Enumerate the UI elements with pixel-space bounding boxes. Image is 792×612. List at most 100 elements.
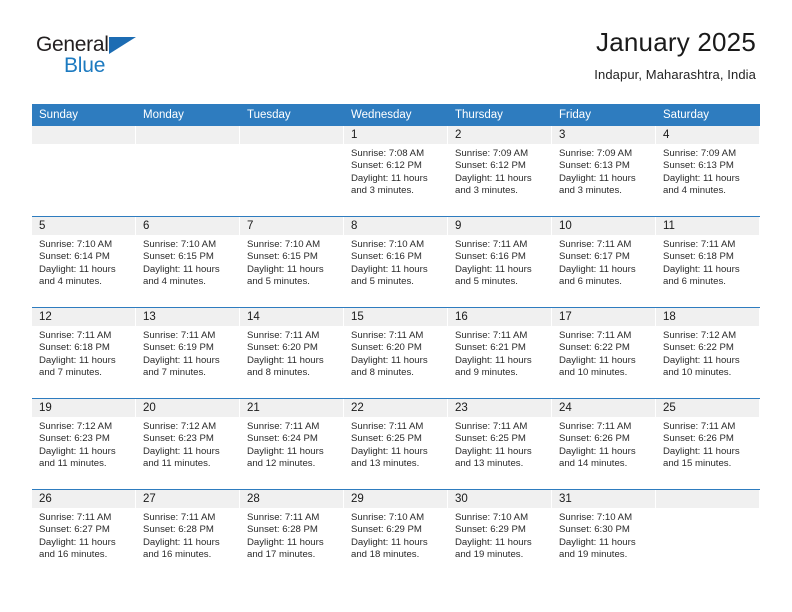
- day-daylight1-text: Daylight: 11 hours: [247, 536, 324, 548]
- day-number: 20: [136, 399, 240, 417]
- day-sunset-text: Sunset: 6:18 PM: [663, 251, 734, 263]
- calendar-day-cell[interactable]: 6 Sunrise: 7:10 AM Sunset: 6:15 PM Daylight…: [136, 216, 240, 308]
- day-number: 27: [136, 490, 240, 508]
- day-number: 5: [32, 217, 136, 235]
- calendar-day-cell[interactable]: 20 Sunrise: 7:12 AM Sunset: 6:23 PM Dayligh…: [136, 398, 240, 490]
- day-sunrise-text: Sunrise: 7:11 AM: [351, 330, 424, 341]
- calendar-day-cell-empty: [240, 126, 344, 217]
- day-daylight2-text: and 3 minutes.: [455, 185, 518, 197]
- day-number: 26: [32, 490, 136, 508]
- calendar-day-cell[interactable]: 5 Sunrise: 7:10 AM Sunset: 6:14 PM Daylight…: [32, 216, 136, 308]
- weekday-header-sunday: Sunday: [32, 104, 136, 126]
- day-cell-inner: 10 Sunrise: 7:11 AM Sunset: 6:17 PM Dayligh…: [552, 217, 656, 307]
- day-cell-inner: 21 Sunrise: 7:11 AM Sunset: 6:24 PM Dayligh…: [240, 399, 344, 489]
- calendar-day-cell[interactable]: 7 Sunrise: 7:10 AM Sunset: 6:15 PM Daylight…: [240, 216, 344, 308]
- day-sunrise-text: Sunrise: 7:11 AM: [143, 512, 216, 523]
- day-cell-inner: 5 Sunrise: 7:10 AM Sunset: 6:14 PM Daylight…: [32, 217, 136, 307]
- calendar-day-cell[interactable]: 14 Sunrise: 7:11 AM Sunset: 6:20 PM Dayligh…: [240, 307, 344, 399]
- day-cell-inner: 23 Sunrise: 7:11 AM Sunset: 6:25 PM Dayligh…: [448, 399, 552, 489]
- calendar-day-cell[interactable]: 11 Sunrise: 7:11 AM Sunset: 6:18 PM Dayligh…: [656, 216, 760, 308]
- day-sunrise-text: Sunrise: 7:11 AM: [247, 512, 320, 523]
- calendar-day-cell[interactable]: 22 Sunrise: 7:11 AM Sunset: 6:25 PM Dayligh…: [344, 398, 448, 490]
- day-daylight2-text: and 6 minutes.: [559, 276, 622, 288]
- day-sunset-text: Sunset: 6:20 PM: [351, 342, 422, 354]
- day-sunset-text: Sunset: 6:25 PM: [455, 433, 526, 445]
- day-cell-inner: [240, 126, 344, 216]
- day-number: 22: [344, 399, 448, 417]
- day-sunrise-text: Sunrise: 7:08 AM: [351, 148, 425, 159]
- calendar-day-cell[interactable]: 28 Sunrise: 7:11 AM Sunset: 6:28 PM Dayligh…: [240, 489, 344, 580]
- calendar-day-cell[interactable]: 30 Sunrise: 7:10 AM Sunset: 6:29 PM Dayligh…: [448, 489, 552, 580]
- calendar-day-cell[interactable]: 25 Sunrise: 7:11 AM Sunset: 6:26 PM Dayligh…: [656, 398, 760, 490]
- calendar-day-cell[interactable]: 23 Sunrise: 7:11 AM Sunset: 6:25 PM Dayligh…: [448, 398, 552, 490]
- calendar-day-cell[interactable]: 29 Sunrise: 7:10 AM Sunset: 6:29 PM Dayligh…: [344, 489, 448, 580]
- day-sunset-text: Sunset: 6:23 PM: [143, 433, 214, 445]
- day-number: 15: [344, 308, 448, 326]
- day-sunrise-text: Sunrise: 7:11 AM: [455, 330, 528, 341]
- calendar-day-cell[interactable]: 21 Sunrise: 7:11 AM Sunset: 6:24 PM Dayligh…: [240, 398, 344, 490]
- day-daylight1-text: Daylight: 11 hours: [455, 354, 532, 366]
- calendar-week-row: 12 Sunrise: 7:11 AM Sunset: 6:18 PM Dayligh…: [32, 307, 760, 399]
- calendar-day-cell[interactable]: 4 Sunrise: 7:09 AM Sunset: 6:13 PM Daylight…: [656, 126, 760, 217]
- calendar-day-cell[interactable]: 3 Sunrise: 7:09 AM Sunset: 6:13 PM Daylight…: [552, 126, 656, 217]
- calendar-day-cell[interactable]: 31 Sunrise: 7:10 AM Sunset: 6:30 PM Dayligh…: [552, 489, 656, 580]
- day-sun-info: Sunrise: 7:10 AM Sunset: 6:14 PM Daylight:…: [32, 235, 136, 289]
- day-daylight2-text: and 8 minutes.: [247, 367, 310, 379]
- day-sun-info: Sunrise: 7:12 AM Sunset: 6:23 PM Daylight:…: [136, 417, 240, 471]
- day-sunset-text: Sunset: 6:21 PM: [455, 342, 526, 354]
- calendar-day-cell[interactable]: 1 Sunrise: 7:08 AM Sunset: 6:12 PM Daylight…: [344, 126, 448, 217]
- calendar-day-cell[interactable]: 2 Sunrise: 7:09 AM Sunset: 6:12 PM Daylight…: [448, 126, 552, 217]
- calendar-day-cell[interactable]: 13 Sunrise: 7:11 AM Sunset: 6:19 PM Dayligh…: [136, 307, 240, 399]
- day-sunset-text: Sunset: 6:19 PM: [143, 342, 214, 354]
- calendar-day-cell[interactable]: 12 Sunrise: 7:11 AM Sunset: 6:18 PM Dayligh…: [32, 307, 136, 399]
- day-daylight2-text: and 6 minutes.: [663, 276, 726, 288]
- day-cell-inner: 8 Sunrise: 7:10 AM Sunset: 6:16 PM Daylight…: [344, 217, 448, 307]
- location-subtitle: Indapur, Maharashtra, India: [594, 66, 756, 82]
- day-sunset-text: Sunset: 6:28 PM: [143, 524, 214, 536]
- day-number: [656, 490, 760, 508]
- calendar-day-cell[interactable]: 10 Sunrise: 7:11 AM Sunset: 6:17 PM Dayligh…: [552, 216, 656, 308]
- day-sun-info: Sunrise: 7:11 AM Sunset: 6:25 PM Daylight:…: [344, 417, 448, 471]
- day-number: 21: [240, 399, 344, 417]
- calendar-day-cell[interactable]: 19 Sunrise: 7:12 AM Sunset: 6:23 PM Dayligh…: [32, 398, 136, 490]
- day-daylight1-text: Daylight: 11 hours: [143, 536, 220, 548]
- calendar-day-cell[interactable]: 27 Sunrise: 7:11 AM Sunset: 6:28 PM Dayligh…: [136, 489, 240, 580]
- day-sunrise-text: Sunrise: 7:10 AM: [559, 512, 633, 523]
- general-blue-logo[interactable]: General Blue: [36, 34, 156, 80]
- day-sunset-text: Sunset: 6:25 PM: [351, 433, 422, 445]
- day-cell-inner: 7 Sunrise: 7:10 AM Sunset: 6:15 PM Daylight…: [240, 217, 344, 307]
- day-daylight2-text: and 11 minutes.: [39, 458, 107, 470]
- day-sun-info: Sunrise: 7:11 AM Sunset: 6:19 PM Daylight:…: [136, 326, 240, 380]
- calendar-day-cell[interactable]: 16 Sunrise: 7:11 AM Sunset: 6:21 PM Dayligh…: [448, 307, 552, 399]
- day-daylight1-text: Daylight: 11 hours: [247, 354, 324, 366]
- day-daylight2-text: and 19 minutes.: [455, 549, 524, 561]
- day-daylight2-text: and 14 minutes.: [559, 458, 628, 470]
- weekday-header-thursday: Thursday: [448, 104, 552, 126]
- day-daylight2-text: and 13 minutes.: [351, 458, 420, 470]
- day-daylight1-text: Daylight: 11 hours: [247, 445, 324, 457]
- day-number: [240, 126, 344, 144]
- day-sun-info: Sunrise: 7:11 AM Sunset: 6:24 PM Daylight:…: [240, 417, 344, 471]
- calendar-week-row: 26 Sunrise: 7:11 AM Sunset: 6:27 PM Dayligh…: [32, 489, 760, 580]
- day-number: 29: [344, 490, 448, 508]
- day-daylight1-text: Daylight: 11 hours: [663, 354, 740, 366]
- calendar-day-cell[interactable]: 24 Sunrise: 7:11 AM Sunset: 6:26 PM Dayligh…: [552, 398, 656, 490]
- day-daylight2-text: and 5 minutes.: [455, 276, 518, 288]
- calendar-day-cell[interactable]: 26 Sunrise: 7:11 AM Sunset: 6:27 PM Dayligh…: [32, 489, 136, 580]
- day-number: 25: [656, 399, 760, 417]
- day-sunset-text: Sunset: 6:30 PM: [559, 524, 630, 536]
- day-sunset-text: Sunset: 6:24 PM: [247, 433, 318, 445]
- day-sunrise-text: Sunrise: 7:10 AM: [351, 239, 425, 250]
- day-cell-inner: 15 Sunrise: 7:11 AM Sunset: 6:20 PM Dayligh…: [344, 308, 448, 398]
- day-cell-inner: 25 Sunrise: 7:11 AM Sunset: 6:26 PM Dayligh…: [656, 399, 760, 489]
- calendar-day-cell[interactable]: 17 Sunrise: 7:11 AM Sunset: 6:22 PM Dayligh…: [552, 307, 656, 399]
- calendar-day-cell[interactable]: 9 Sunrise: 7:11 AM Sunset: 6:16 PM Daylight…: [448, 216, 552, 308]
- day-sun-info: Sunrise: 7:10 AM Sunset: 6:15 PM Daylight:…: [240, 235, 344, 289]
- calendar-day-cell[interactable]: 18 Sunrise: 7:12 AM Sunset: 6:22 PM Dayligh…: [656, 307, 760, 399]
- day-daylight1-text: Daylight: 11 hours: [351, 172, 428, 184]
- day-number: 6: [136, 217, 240, 235]
- page-title: January 2025: [596, 27, 756, 57]
- calendar-day-cell[interactable]: 15 Sunrise: 7:11 AM Sunset: 6:20 PM Dayligh…: [344, 307, 448, 399]
- calendar-day-cell[interactable]: 8 Sunrise: 7:10 AM Sunset: 6:16 PM Daylight…: [344, 216, 448, 308]
- day-sunrise-text: Sunrise: 7:11 AM: [39, 512, 112, 523]
